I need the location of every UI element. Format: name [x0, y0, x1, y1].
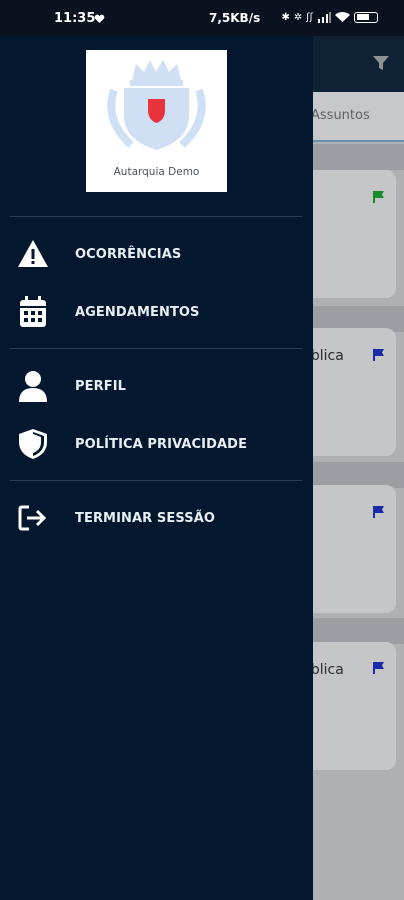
network-speed: 7,5KB/s — [209, 11, 261, 25]
menu-label: PERFIL — [75, 378, 127, 394]
divider — [10, 348, 302, 349]
flag-icon — [373, 506, 384, 518]
logout-icon — [16, 501, 50, 535]
heart-icon — [94, 14, 105, 23]
signal-icon — [318, 12, 331, 23]
menu-item-agendamentos[interactable]: AGENDAMENTOS — [0, 289, 313, 335]
nfc-icon: ʃʃ — [306, 12, 313, 23]
menu-item-politica-privacidade[interactable]: POLÍTICA PRIVACIDADE — [0, 421, 313, 467]
filter-icon[interactable] — [372, 54, 390, 72]
status-icons: ✱ ✲ ʃʃ — [281, 12, 378, 23]
vibrate-icon: ✲ — [293, 12, 303, 23]
logo-text: Autarquia Demo — [113, 166, 200, 178]
navigation-drawer: Autarquia Demo OCORRÊNCIAS AGENDAMENTOS — [0, 36, 313, 900]
menu-item-perfil[interactable]: PERFIL — [0, 363, 313, 409]
warning-icon — [16, 237, 50, 271]
user-icon — [16, 369, 50, 403]
bluetooth-icon: ✱ — [281, 12, 290, 23]
divider — [10, 480, 302, 481]
shield-icon — [16, 427, 50, 461]
coat-of-arms-icon — [107, 60, 206, 150]
status-bar: 11:35 7,5KB/s ✱ ✲ ʃʃ — [0, 0, 404, 36]
flag-icon — [373, 662, 384, 674]
menu-label: TERMINAR SESSÃO — [75, 510, 216, 526]
calendar-icon — [16, 295, 50, 329]
divider — [10, 216, 302, 217]
flag-icon — [373, 349, 384, 361]
menu-label: AGENDAMENTOS — [75, 304, 200, 320]
battery-icon — [354, 12, 378, 23]
wifi-icon — [335, 12, 350, 22]
flag-icon — [373, 191, 384, 203]
tab-assuntos[interactable]: Assuntos — [311, 108, 370, 123]
menu-item-ocorrencias[interactable]: OCORRÊNCIAS — [0, 231, 313, 277]
menu-item-terminar-sessao[interactable]: TERMINAR SESSÃO — [0, 495, 313, 541]
logo: Autarquia Demo — [86, 50, 227, 192]
status-time: 11:35 — [54, 11, 96, 26]
menu-label: POLÍTICA PRIVACIDADE — [75, 436, 248, 452]
menu-label: OCORRÊNCIAS — [75, 246, 182, 262]
